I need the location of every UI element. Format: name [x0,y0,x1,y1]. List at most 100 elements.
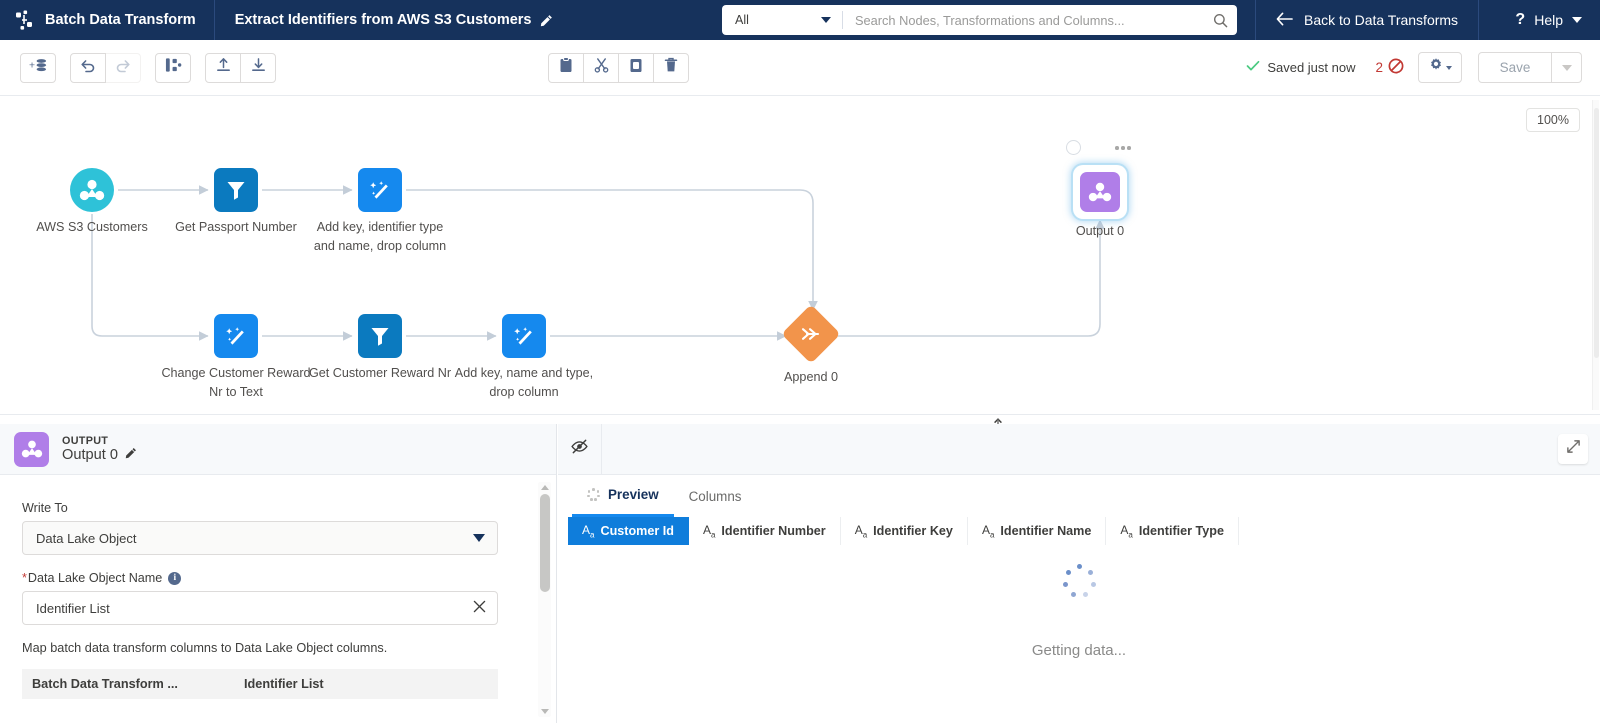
download-icon [251,57,266,78]
preview-column-headers: Aa Customer Id Aa Identifier Number Aa I… [558,517,1600,545]
toolbar-group-left: + [20,52,56,83]
undo-button[interactable] [70,52,106,83]
download-button[interactable] [240,52,276,83]
pencil-icon[interactable] [125,447,137,463]
svg-text:+: + [29,60,35,71]
auto-layout-button[interactable] [155,52,191,83]
chevron-down-icon [1572,17,1582,23]
write-to-select[interactable]: Data Lake Object [22,521,498,555]
error-count: 2 [1375,60,1383,75]
preview-panel: Preview Columns Aa Customer Id Aa Identi… [558,423,1600,723]
toolbar-group-status: Saved just now 2 Save [1246,52,1582,83]
panel-splitter[interactable] [0,414,1600,424]
search-scope-select[interactable]: All [722,5,842,35]
check-icon [1246,60,1260,75]
filter-funnel-icon [358,314,402,358]
toolbar-group-history [70,52,141,83]
filter-funnel-icon [214,168,258,212]
hide-preview-button[interactable] [558,423,602,475]
write-to-value: Data Lake Object [36,530,137,546]
save-options-button[interactable] [1552,52,1582,83]
scroll-down-arrow-icon[interactable] [541,709,549,714]
redo-button[interactable] [105,52,141,83]
column-header-identifier-key[interactable]: Aa Identifier Key [841,517,968,545]
copy-button[interactable] [618,52,654,83]
tab-columns-label: Columns [688,488,742,504]
tab-preview[interactable]: Preview [572,475,674,517]
transform-title-group: Extract Identifiers from AWS S3 Customer… [215,0,574,40]
copy-icon [629,57,643,78]
column-label: Identifier Key [873,524,953,538]
error-indicator[interactable]: 2 [1375,58,1404,77]
column-label: Identifier Number [721,524,826,538]
magic-wand-icon [502,314,546,358]
scrollbar-thumb[interactable] [539,494,550,592]
chevron-down-icon [821,17,831,23]
text-type-icon: Aa [1120,522,1133,540]
back-to-data-transforms-button[interactable]: Back to Data Transforms [1255,0,1480,40]
app-name: Batch Data Transform [45,12,196,28]
chevron-down-icon [473,534,485,542]
canvas-scrollbar[interactable] [1592,100,1599,410]
tab-preview-label: Preview [608,487,659,502]
add-node-button[interactable]: + [20,52,56,83]
cut-button[interactable] [583,52,619,83]
flow-canvas[interactable]: 100% AWS S3 Customers Get Passport Numbe… [0,96,1600,414]
help-menu[interactable]: ? Help [1497,0,1600,40]
properties-scrollbar[interactable] [538,482,551,717]
flow-node-label: Get Customer Reward Nr [308,366,452,380]
gear-icon [1428,57,1444,78]
save-button[interactable]: Save [1478,52,1552,83]
scroll-up-arrow-icon[interactable] [541,485,549,490]
spinner-icon [587,488,600,501]
flow-node-label: Output 0 [1075,224,1125,238]
info-icon[interactable]: i [168,571,182,585]
search-icon[interactable] [1203,13,1237,28]
pencil-icon[interactable] [540,14,553,27]
save-status: Saved just now [1246,60,1355,75]
flow-node-label: Add key, name and type, drop column [454,366,594,399]
paste-button[interactable] [548,52,584,83]
node-name: Output 0 [62,447,118,463]
column-header-identifier-name[interactable]: Aa Identifier Name [968,517,1107,545]
delete-icon [664,57,678,78]
object-name-value: Identifier List [36,600,110,616]
add-node-icon: + [29,57,48,79]
auto-layout-icon [165,57,182,78]
editor-toolbar: + Saved just now 2 Save [0,40,1600,96]
help-label: Help [1534,12,1563,28]
clear-x-icon[interactable] [473,600,486,616]
upload-button[interactable] [205,52,241,83]
column-header-identifier-number[interactable]: Aa Identifier Number [689,517,841,545]
loading-label: Getting data... [1031,642,1127,659]
flow-node-label: Append 0 [784,370,838,384]
node-more-menu-icon[interactable] [1115,146,1131,150]
node-connect-handle[interactable] [1066,140,1081,155]
app-launcher[interactable]: Batch Data Transform [0,0,215,40]
node-properties-titles: OUTPUT Output 0 [62,435,137,463]
error-block-icon [1388,58,1404,77]
settings-button[interactable] [1418,52,1462,83]
object-name-input[interactable]: Identifier List [22,591,498,625]
chevron-down-icon [1561,64,1572,71]
delete-button[interactable] [653,52,689,83]
mapping-table-header: Batch Data Transform ... Identifier List [22,669,498,699]
flow-node-label: Add key, identifier type and name, drop … [313,220,447,253]
redo-icon [115,58,131,78]
search-input[interactable] [843,6,1203,34]
column-header-identifier-type[interactable]: Aa Identifier Type [1106,517,1239,545]
expand-icon [1566,439,1581,459]
magic-wand-icon [358,168,402,212]
text-type-icon: Aa [702,522,716,540]
bottom-region: OUTPUT Output 0 Write To Data Lake Objec… [0,423,1600,723]
column-header-customer-id[interactable]: Aa Customer Id [568,517,689,545]
tab-columns[interactable]: Columns [674,475,757,517]
global-header: Batch Data Transform Extract Identifiers… [0,0,1600,40]
column-label: Customer Id [600,524,674,538]
upload-icon [216,57,231,78]
expand-preview-button[interactable] [1558,434,1588,464]
global-search[interactable]: All [722,5,1237,35]
object-name-label: *Data Lake Object Name i [22,571,498,585]
chevron-down-icon [1446,65,1452,70]
arrow-left-icon [1276,12,1293,29]
